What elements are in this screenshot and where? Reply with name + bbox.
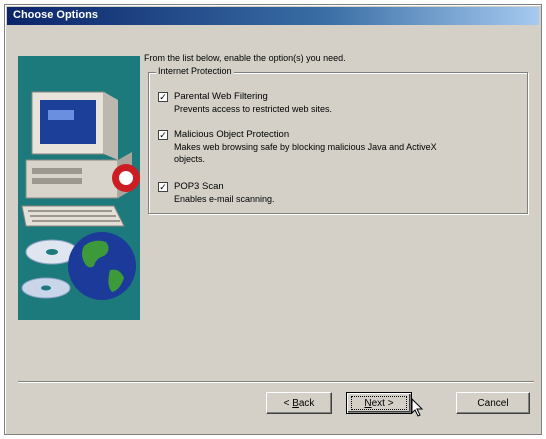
cancel-label: Cancel	[477, 398, 509, 409]
option-description: Enables e-mail scanning.	[174, 194, 275, 204]
group-label: Internet Protection	[156, 66, 234, 76]
computer-globe-illustration	[21, 91, 140, 300]
title-bar[interactable]: Choose Options	[7, 7, 539, 25]
back-prefix: <	[283, 398, 293, 409]
back-label-rest: ack	[298, 398, 315, 409]
option-description: Prevents access to restricted web sites.	[174, 104, 333, 114]
option-description: Makes web browsing safe by blocking mali…	[174, 142, 437, 152]
mouse-cursor-icon	[411, 398, 424, 417]
option-label-pop3-scan[interactable]: POP3 Scan	[174, 181, 224, 192]
malicious-object-protection-checkbox[interactable]: ✓	[158, 130, 168, 140]
option-description: objects.	[174, 154, 206, 164]
parental-web-filtering-checkbox[interactable]: ✓	[158, 92, 168, 102]
window-title: Choose Options	[13, 9, 98, 21]
option-label-malicious-object-protection[interactable]: Malicious Object Protection	[174, 129, 289, 140]
back-button[interactable]: < Back	[266, 392, 332, 414]
setup-illustration	[18, 56, 140, 320]
focus-rectangle	[351, 396, 407, 410]
intro-text: From the list below, enable the option(s…	[144, 53, 346, 63]
button-separator	[18, 381, 534, 383]
pop3-scan-checkbox[interactable]: ✓	[158, 182, 168, 192]
next-button[interactable]: Next >	[346, 392, 412, 414]
cancel-button[interactable]: Cancel	[456, 392, 530, 414]
option-label-parental-web-filtering[interactable]: Parental Web Filtering	[174, 91, 268, 102]
back-accelerator: B	[292, 398, 299, 409]
